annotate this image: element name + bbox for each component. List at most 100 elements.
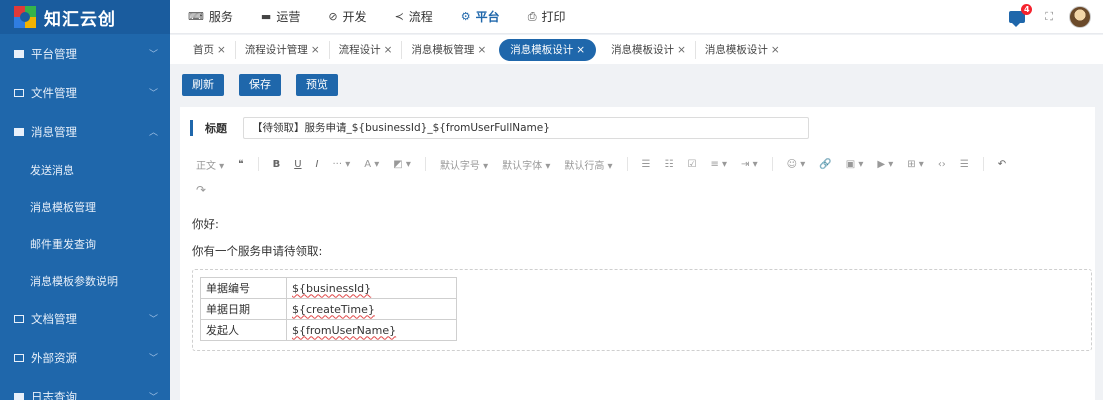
sidebar-item-label: 日志查询 — [31, 389, 77, 400]
chevron-down-icon: ﹀ — [148, 315, 158, 325]
font-color-dropdown[interactable]: A ▾ — [364, 159, 379, 170]
tab-label: 流程设计 — [338, 44, 381, 56]
tab-message-template-design[interactable]: 消息模板设计 × — [696, 41, 789, 59]
more-styles-dropdown[interactable]: ··· ▾ — [333, 159, 351, 170]
notification-badge: 4 — [1021, 4, 1033, 15]
bold-icon[interactable]: B — [273, 159, 281, 170]
close-icon[interactable]: × — [384, 44, 393, 56]
sidebar-item-file-management[interactable]: 文件管理 ﹀ — [0, 73, 170, 112]
nav-item-operations[interactable]: ▬ 运营 — [261, 8, 300, 25]
close-icon[interactable]: × — [311, 44, 320, 56]
nav-item-label: 服务 — [208, 10, 233, 24]
preview-button[interactable]: 预览 — [296, 74, 338, 96]
sidebar-item-platform-management[interactable]: 平台管理 ﹀ — [0, 34, 170, 73]
underline-icon[interactable]: U — [294, 159, 301, 170]
code-icon[interactable]: ‹› — [938, 159, 946, 170]
table-row: 单据日期 ${createTime} — [200, 298, 457, 320]
title-input[interactable]: 【待领取】服务申请_${businessId}_${fromUserFullNa… — [243, 117, 809, 139]
refresh-button[interactable]: 刷新 — [182, 74, 224, 96]
placeholder-text: ${businessId} — [292, 281, 372, 295]
video-dropdown[interactable]: ▶ ▾ — [877, 159, 893, 170]
divider-icon[interactable]: ☰ — [960, 159, 969, 170]
close-icon[interactable]: × — [771, 44, 780, 56]
tab-home[interactable]: 首页 × — [184, 40, 236, 59]
table-dropdown[interactable]: ⊞ ▾ — [907, 159, 924, 170]
sidebar-item-log-query[interactable]: 日志查询 ﹀ — [0, 377, 170, 400]
image-dropdown[interactable]: ▣ ▾ — [846, 159, 864, 170]
fullscreen-icon[interactable]: ⛶ — [1045, 10, 1053, 24]
close-icon[interactable]: × — [477, 44, 486, 56]
tab-process-design-management[interactable]: 流程设计管理 × — [236, 40, 330, 59]
sidebar-subitem-template-param-docs[interactable]: 消息模板参数说明 — [0, 262, 170, 299]
italic-icon[interactable]: I — [316, 159, 319, 170]
document-icon — [14, 314, 24, 323]
nav-item-service[interactable]: ⌨ 服务 — [188, 8, 233, 25]
numbered-list-icon[interactable]: ☷ — [665, 159, 674, 170]
close-icon[interactable]: × — [677, 44, 686, 56]
tab-label: 消息模板设计 — [611, 44, 675, 56]
logo[interactable]: 知汇云创 — [0, 0, 170, 34]
sidebar-subitem-send-message[interactable]: 发送消息 — [0, 151, 170, 188]
table-cell-value[interactable]: ${createTime} — [286, 298, 457, 320]
template-table: 单据编号 ${businessId} 单据日期 ${createTime} 发起… — [200, 277, 457, 341]
close-icon[interactable]: × — [576, 44, 585, 56]
sidebar-item-message-management[interactable]: 消息管理 ︿ — [0, 112, 170, 151]
todo-list-icon[interactable]: ☑ — [687, 159, 696, 170]
editor-greeting[interactable]: 你好: — [192, 216, 219, 232]
top-right-actions: 4 ⛶ — [1009, 0, 1091, 34]
avatar[interactable] — [1069, 6, 1091, 28]
nav-item-label: 开发 — [342, 10, 367, 24]
table-cell-key[interactable]: 单据日期 — [200, 298, 287, 320]
line-height-dropdown[interactable]: 默认行高 ▾ — [564, 157, 612, 172]
title-label: 标题 — [205, 122, 227, 135]
tab-label: 流程设计管理 — [244, 44, 308, 56]
sidebar-subitem-email-resend-query[interactable]: 邮件重发查询 — [0, 225, 170, 262]
tab-process-design[interactable]: 流程设计 × — [330, 40, 403, 59]
link-icon[interactable]: 🔗 — [819, 159, 831, 170]
placeholder-text: ${createTime} — [292, 302, 375, 316]
tab-message-template-management[interactable]: 消息模板管理 × — [402, 41, 495, 59]
undo-icon[interactable]: ↶ — [998, 159, 1006, 170]
quote-icon[interactable]: ❝ — [238, 159, 243, 170]
tab-message-template-design-active[interactable]: 消息模板设计 × — [499, 38, 597, 61]
font-size-dropdown[interactable]: 默认字号 ▾ — [440, 157, 488, 172]
nav-item-workflow[interactable]: ≺ 流程 — [395, 8, 433, 25]
table-cell-value[interactable]: ${businessId} — [286, 277, 457, 299]
table-cell-key[interactable]: 单据编号 — [200, 277, 287, 299]
align-dropdown[interactable]: ≡ ▾ — [710, 159, 727, 170]
sidebar-subitem-message-template-management[interactable]: 消息模板管理 — [0, 188, 170, 225]
tab-label: 消息模板设计 — [510, 44, 574, 56]
tab-label: 消息模板设计 — [704, 44, 768, 56]
top-nav: ⌨ 服务 ▬ 运营 ⊘ 开发 ≺ 流程 ⚙ 平台 ⎙ 打印 4 ⛶ — [170, 0, 1103, 34]
paragraph-style-dropdown[interactable]: 正文 ▾ — [196, 157, 224, 172]
sidebar-item-label: 外部资源 — [31, 350, 77, 365]
sidebar: 知汇云创 平台管理 ﹀ 文件管理 ﹀ 消息管理 ︿ 发送消息 消息模板管理 邮件… — [0, 0, 170, 400]
save-button[interactable]: 保存 — [239, 74, 281, 96]
table-cell-value[interactable]: ${fromUserName} — [286, 319, 457, 341]
table-row: 单据编号 ${businessId} — [200, 277, 457, 299]
sidebar-item-external-resources[interactable]: 外部资源 ﹀ — [0, 338, 170, 377]
background-color-dropdown[interactable]: ◩ ▾ — [393, 159, 411, 170]
indent-dropdown[interactable]: ⇥ ▾ — [741, 159, 758, 170]
title-accent-bar — [190, 120, 193, 136]
nav-item-print[interactable]: ⎙ 打印 — [528, 8, 566, 25]
font-family-dropdown[interactable]: 默认字体 ▾ — [502, 157, 550, 172]
close-icon[interactable]: × — [217, 44, 226, 56]
toolbar-divider — [982, 157, 984, 171]
tab-label: 消息模板管理 — [411, 44, 475, 56]
emoji-dropdown[interactable]: ☺ ▾ — [787, 159, 806, 170]
tab-message-template-design[interactable]: 消息模板设计 × — [602, 40, 696, 59]
sidebar-item-label: 消息管理 — [31, 124, 77, 139]
editor-message[interactable]: 你有一个服务申请待领取: — [192, 243, 322, 259]
nav-item-label: 平台 — [475, 10, 500, 24]
sidebar-item-document-management[interactable]: 文档管理 ﹀ — [0, 299, 170, 338]
nav-item-development[interactable]: ⊘ 开发 — [328, 8, 366, 25]
page-tabs: 首页 × 流程设计管理 × 流程设计 × 消息模板管理 × 消息模板设计 × 消息模板设计… — [170, 35, 1103, 64]
toolbar-divider — [771, 157, 773, 171]
logo-text: 知汇云创 — [44, 9, 116, 30]
table-cell-key[interactable]: 发起人 — [200, 319, 287, 341]
bulleted-list-icon[interactable]: ☰ — [642, 159, 651, 170]
notification-icon[interactable]: 4 — [1009, 4, 1033, 27]
nav-item-platform[interactable]: ⚙ 平台 — [461, 8, 500, 25]
redo-icon[interactable]: ↷ — [196, 183, 206, 197]
